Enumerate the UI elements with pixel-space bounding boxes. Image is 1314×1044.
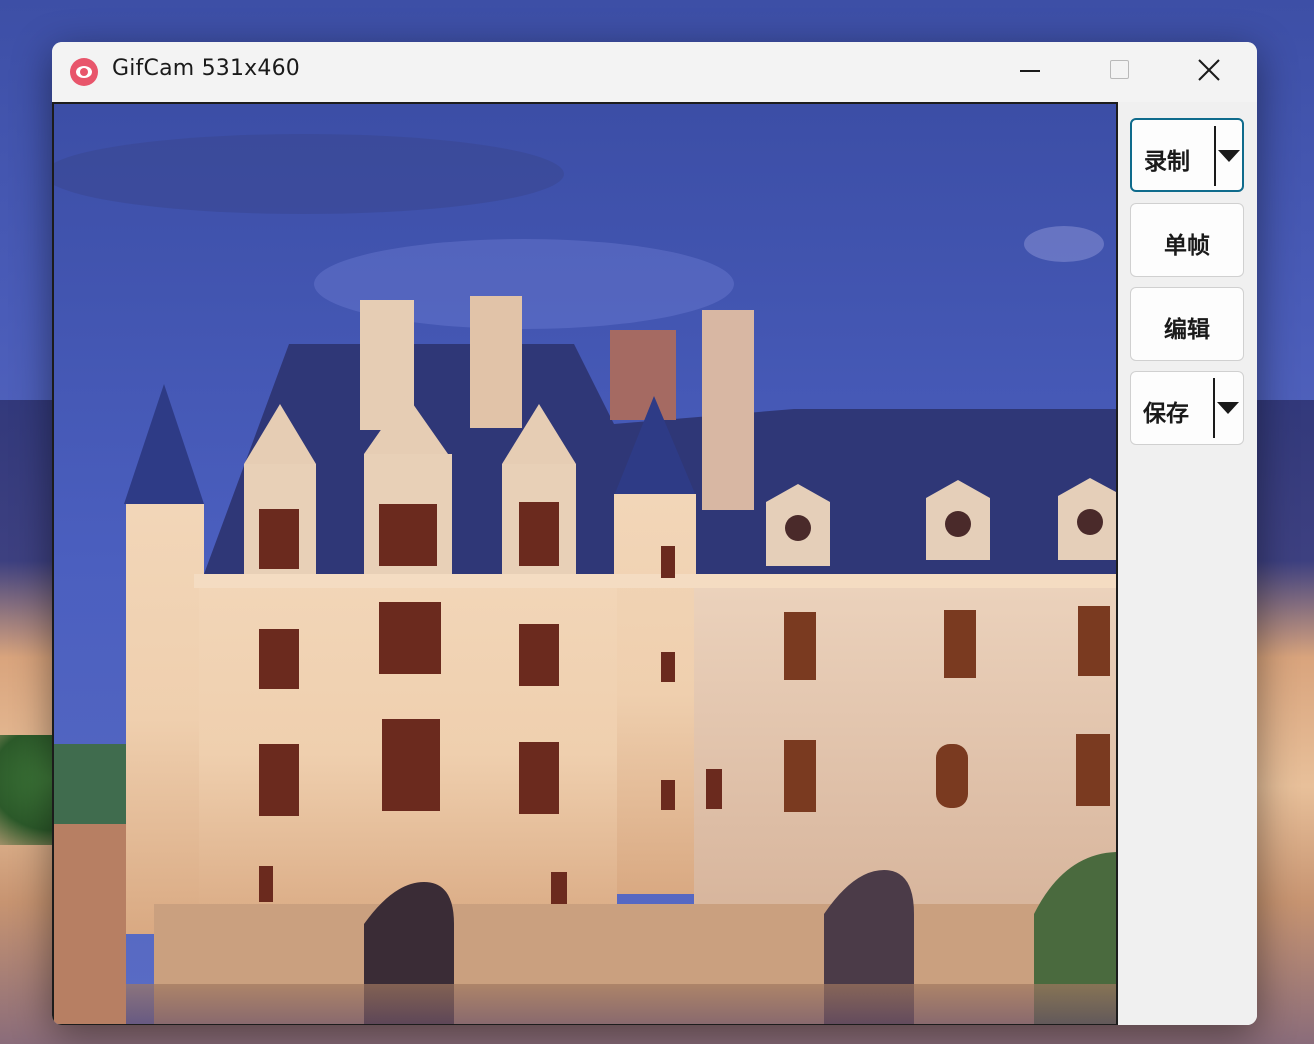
save-label: 保存: [1143, 401, 1189, 427]
record-button[interactable]: 录制: [1130, 118, 1244, 192]
minimize-icon: [1020, 70, 1040, 72]
window-title: GifCam 531x460: [112, 56, 300, 81]
split-divider: [1214, 126, 1216, 186]
close-button[interactable]: [1164, 42, 1254, 102]
edit-button[interactable]: 编辑: [1130, 287, 1244, 361]
captured-castle-scene: [54, 104, 1116, 1024]
control-panel: 录制 单帧 编辑 保存: [1118, 102, 1257, 1025]
record-label: 录制: [1144, 149, 1190, 175]
split-divider: [1213, 378, 1215, 438]
save-dropdown-arrow-icon[interactable]: [1217, 402, 1239, 414]
save-button[interactable]: 保存: [1130, 371, 1244, 445]
capture-area[interactable]: [52, 102, 1118, 1025]
gifcam-window: GifCam 531x460 录制 单帧 编辑 保存: [52, 42, 1257, 1025]
close-icon: [1198, 59, 1220, 81]
maximize-button[interactable]: [1074, 42, 1164, 102]
gifcam-app-icon: [70, 58, 98, 86]
single-frame-label: 单帧: [1164, 233, 1210, 259]
single-frame-button[interactable]: 单帧: [1130, 203, 1244, 277]
maximize-icon: [1110, 60, 1129, 79]
edit-label: 编辑: [1164, 317, 1210, 343]
minimize-button[interactable]: [984, 42, 1074, 102]
title-bar[interactable]: GifCam 531x460: [52, 42, 1257, 102]
record-dropdown-arrow-icon[interactable]: [1218, 150, 1240, 162]
